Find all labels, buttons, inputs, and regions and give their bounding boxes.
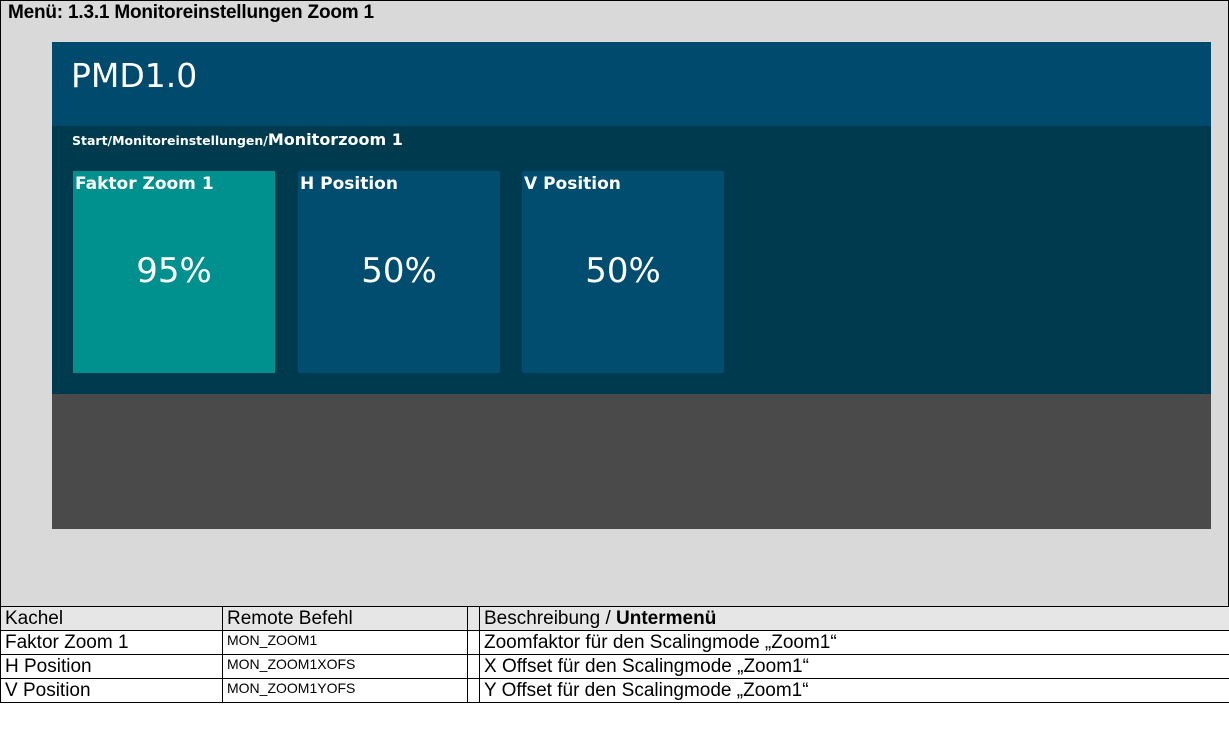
cell-beschreibung: Zoomfaktor für den Scalingmode „Zoom1“ [479, 630, 1229, 655]
breadcrumb-path[interactable]: Start/Monitoreinstellungen/ [72, 133, 268, 148]
cell-kachel: H Position [0, 654, 223, 679]
table-gap [467, 606, 480, 631]
tile-faktor-zoom-1[interactable]: Faktor Zoom 1 95% [73, 171, 275, 373]
table-row: Faktor Zoom 1 MON_ZOOM1 Zoomfaktor für d… [0, 630, 1229, 655]
breadcrumb: Start/Monitoreinstellungen/Monitorzoom 1 [72, 130, 403, 149]
header-beschreibung: Beschreibung / Untermenü [479, 606, 1229, 631]
cell-beschreibung: Y Offset für den Scalingmode „Zoom1“ [479, 678, 1229, 703]
tile-value: 50% [585, 251, 661, 291]
cell-kachel: V Position [0, 678, 223, 703]
tile-h-position[interactable]: H Position 50% [298, 171, 500, 373]
tile-label: H Position [300, 174, 398, 194]
table-gap [467, 678, 480, 703]
remote-command-table: Kachel Remote Befehl Beschreibung / Unte… [0, 606, 1229, 703]
app-title: PMD1.0 [71, 56, 198, 95]
tile-v-position[interactable]: V Position 50% [522, 171, 724, 373]
tile-value: 95% [136, 251, 212, 291]
table-header-row: Kachel Remote Befehl Beschreibung / Unte… [0, 606, 1229, 631]
cell-beschreibung: X Offset für den Scalingmode „Zoom1“ [479, 654, 1229, 679]
tile-value: 50% [361, 251, 437, 291]
header-remote: Remote Befehl [222, 606, 468, 631]
header-untermenu: Untermenü [616, 608, 717, 629]
cell-remote: MON_ZOOM1YOFS [222, 678, 468, 703]
menu-title: Menü: 1.3.1 Monitoreinstellungen Zoom 1 [8, 2, 374, 23]
cell-kachel: Faktor Zoom 1 [0, 630, 223, 655]
table-gap [467, 654, 480, 679]
table-row: H Position MON_ZOOM1XOFS X Offset für de… [0, 654, 1229, 679]
monitor-screen: PMD1.0 Start/Monitoreinstellungen/Monito… [52, 42, 1211, 529]
cell-remote: MON_ZOOM1 [222, 630, 468, 655]
tile-label: V Position [524, 174, 621, 194]
tile-label: Faktor Zoom 1 [75, 174, 214, 194]
cell-remote: MON_ZOOM1XOFS [222, 654, 468, 679]
header-kachel: Kachel [0, 606, 223, 631]
menu-frame: Menü: 1.3.1 Monitoreinstellungen Zoom 1 … [0, 0, 1229, 607]
app-header: PMD1.0 [52, 42, 1211, 126]
content-area: Start/Monitoreinstellungen/Monitorzoom 1… [52, 126, 1211, 394]
breadcrumb-current: Monitorzoom 1 [267, 130, 403, 149]
table-row: V Position MON_ZOOM1YOFS Y Offset für de… [0, 678, 1229, 703]
header-beschreibung-label: Beschreibung / [484, 608, 617, 629]
table-gap [467, 630, 480, 655]
